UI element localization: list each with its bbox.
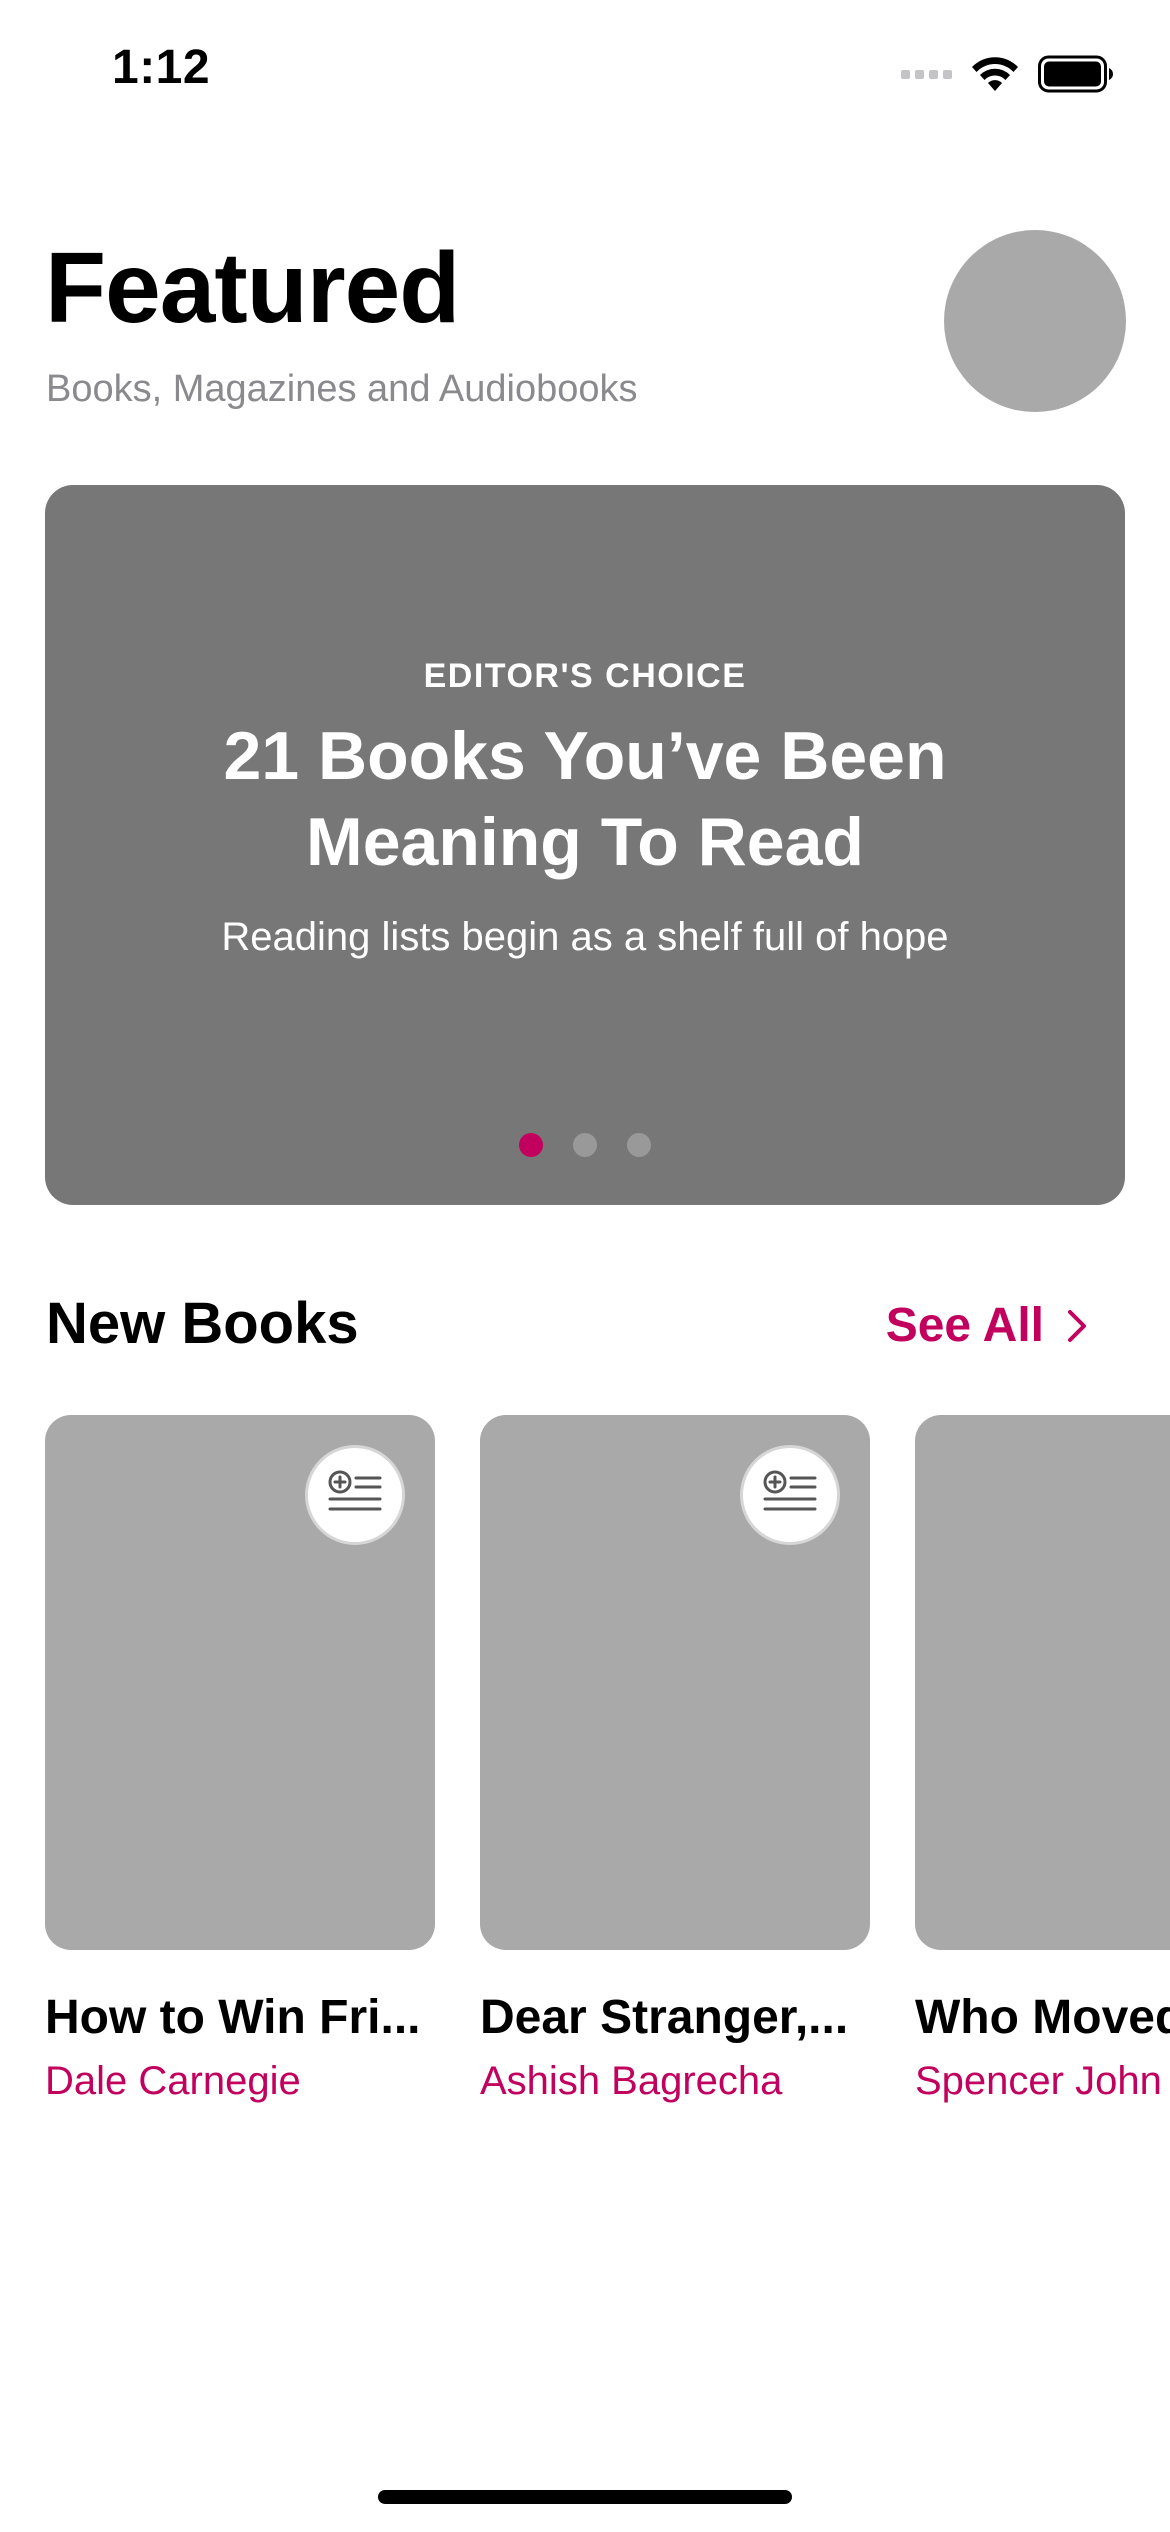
see-all-label: See All <box>885 1299 1044 1352</box>
featured-description: Reading lists begin as a shelf full of h… <box>221 915 949 959</box>
page-subtitle: Books, Magazines and Audiobooks <box>46 368 638 410</box>
status-time: 1:12 <box>112 41 211 94</box>
page-dot-1[interactable] <box>519 1133 543 1157</box>
book-author[interactable]: Spencer John <box>915 2059 1170 2104</box>
see-all-button[interactable]: See All <box>886 1298 1088 1353</box>
wifi-icon <box>972 57 1018 91</box>
page-title: Featured <box>45 232 460 344</box>
featured-title: 21 Books You’ve Been Meaning To Read <box>223 718 947 880</box>
book-author[interactable]: Ashish Bagrecha <box>480 2059 870 2104</box>
cellular-signal-icon <box>901 69 952 79</box>
book-item[interactable]: Who Moved Spencer John <box>915 1415 1170 2104</box>
book-title: How to Win Fri... <box>45 1991 421 2044</box>
page-dot-2[interactable] <box>573 1133 597 1157</box>
battery-icon <box>1038 55 1113 93</box>
featured-kicker: EDITOR'S CHOICE <box>423 657 747 695</box>
book-cover[interactable] <box>480 1415 870 1950</box>
book-author[interactable]: Dale Carnegie <box>45 2059 435 2104</box>
status-icons <box>901 52 1114 96</box>
section-title-new-books: New Books <box>46 1291 359 1356</box>
book-item[interactable]: How to Win Fri... Dale Carnegie <box>45 1415 435 2104</box>
book-item[interactable]: Dear Stranger,... Ashish Bagrecha <box>480 1415 870 2104</box>
add-to-list-icon <box>763 1470 817 1511</box>
chevron-right-icon <box>1068 1309 1086 1342</box>
add-to-list-icon <box>328 1470 382 1511</box>
featured-card[interactable]: EDITOR'S CHOICE 21 Books You’ve Been Mea… <box>45 485 1125 1205</box>
add-to-list-button[interactable] <box>305 1445 405 1545</box>
book-title: Dear Stranger,... <box>480 1991 849 2044</box>
book-title: Who Moved <box>915 1991 1170 2044</box>
add-to-list-button[interactable] <box>740 1445 840 1545</box>
page-dot-3[interactable] <box>627 1133 651 1157</box>
profile-avatar[interactable] <box>944 230 1126 412</box>
page-indicator[interactable] <box>45 1133 1125 1157</box>
book-cover[interactable] <box>915 1415 1170 1950</box>
book-cover[interactable] <box>45 1415 435 1950</box>
home-indicator[interactable] <box>378 2490 792 2504</box>
screen: 1:12 Featured Books, Magazines and Audio… <box>0 0 1170 2532</box>
